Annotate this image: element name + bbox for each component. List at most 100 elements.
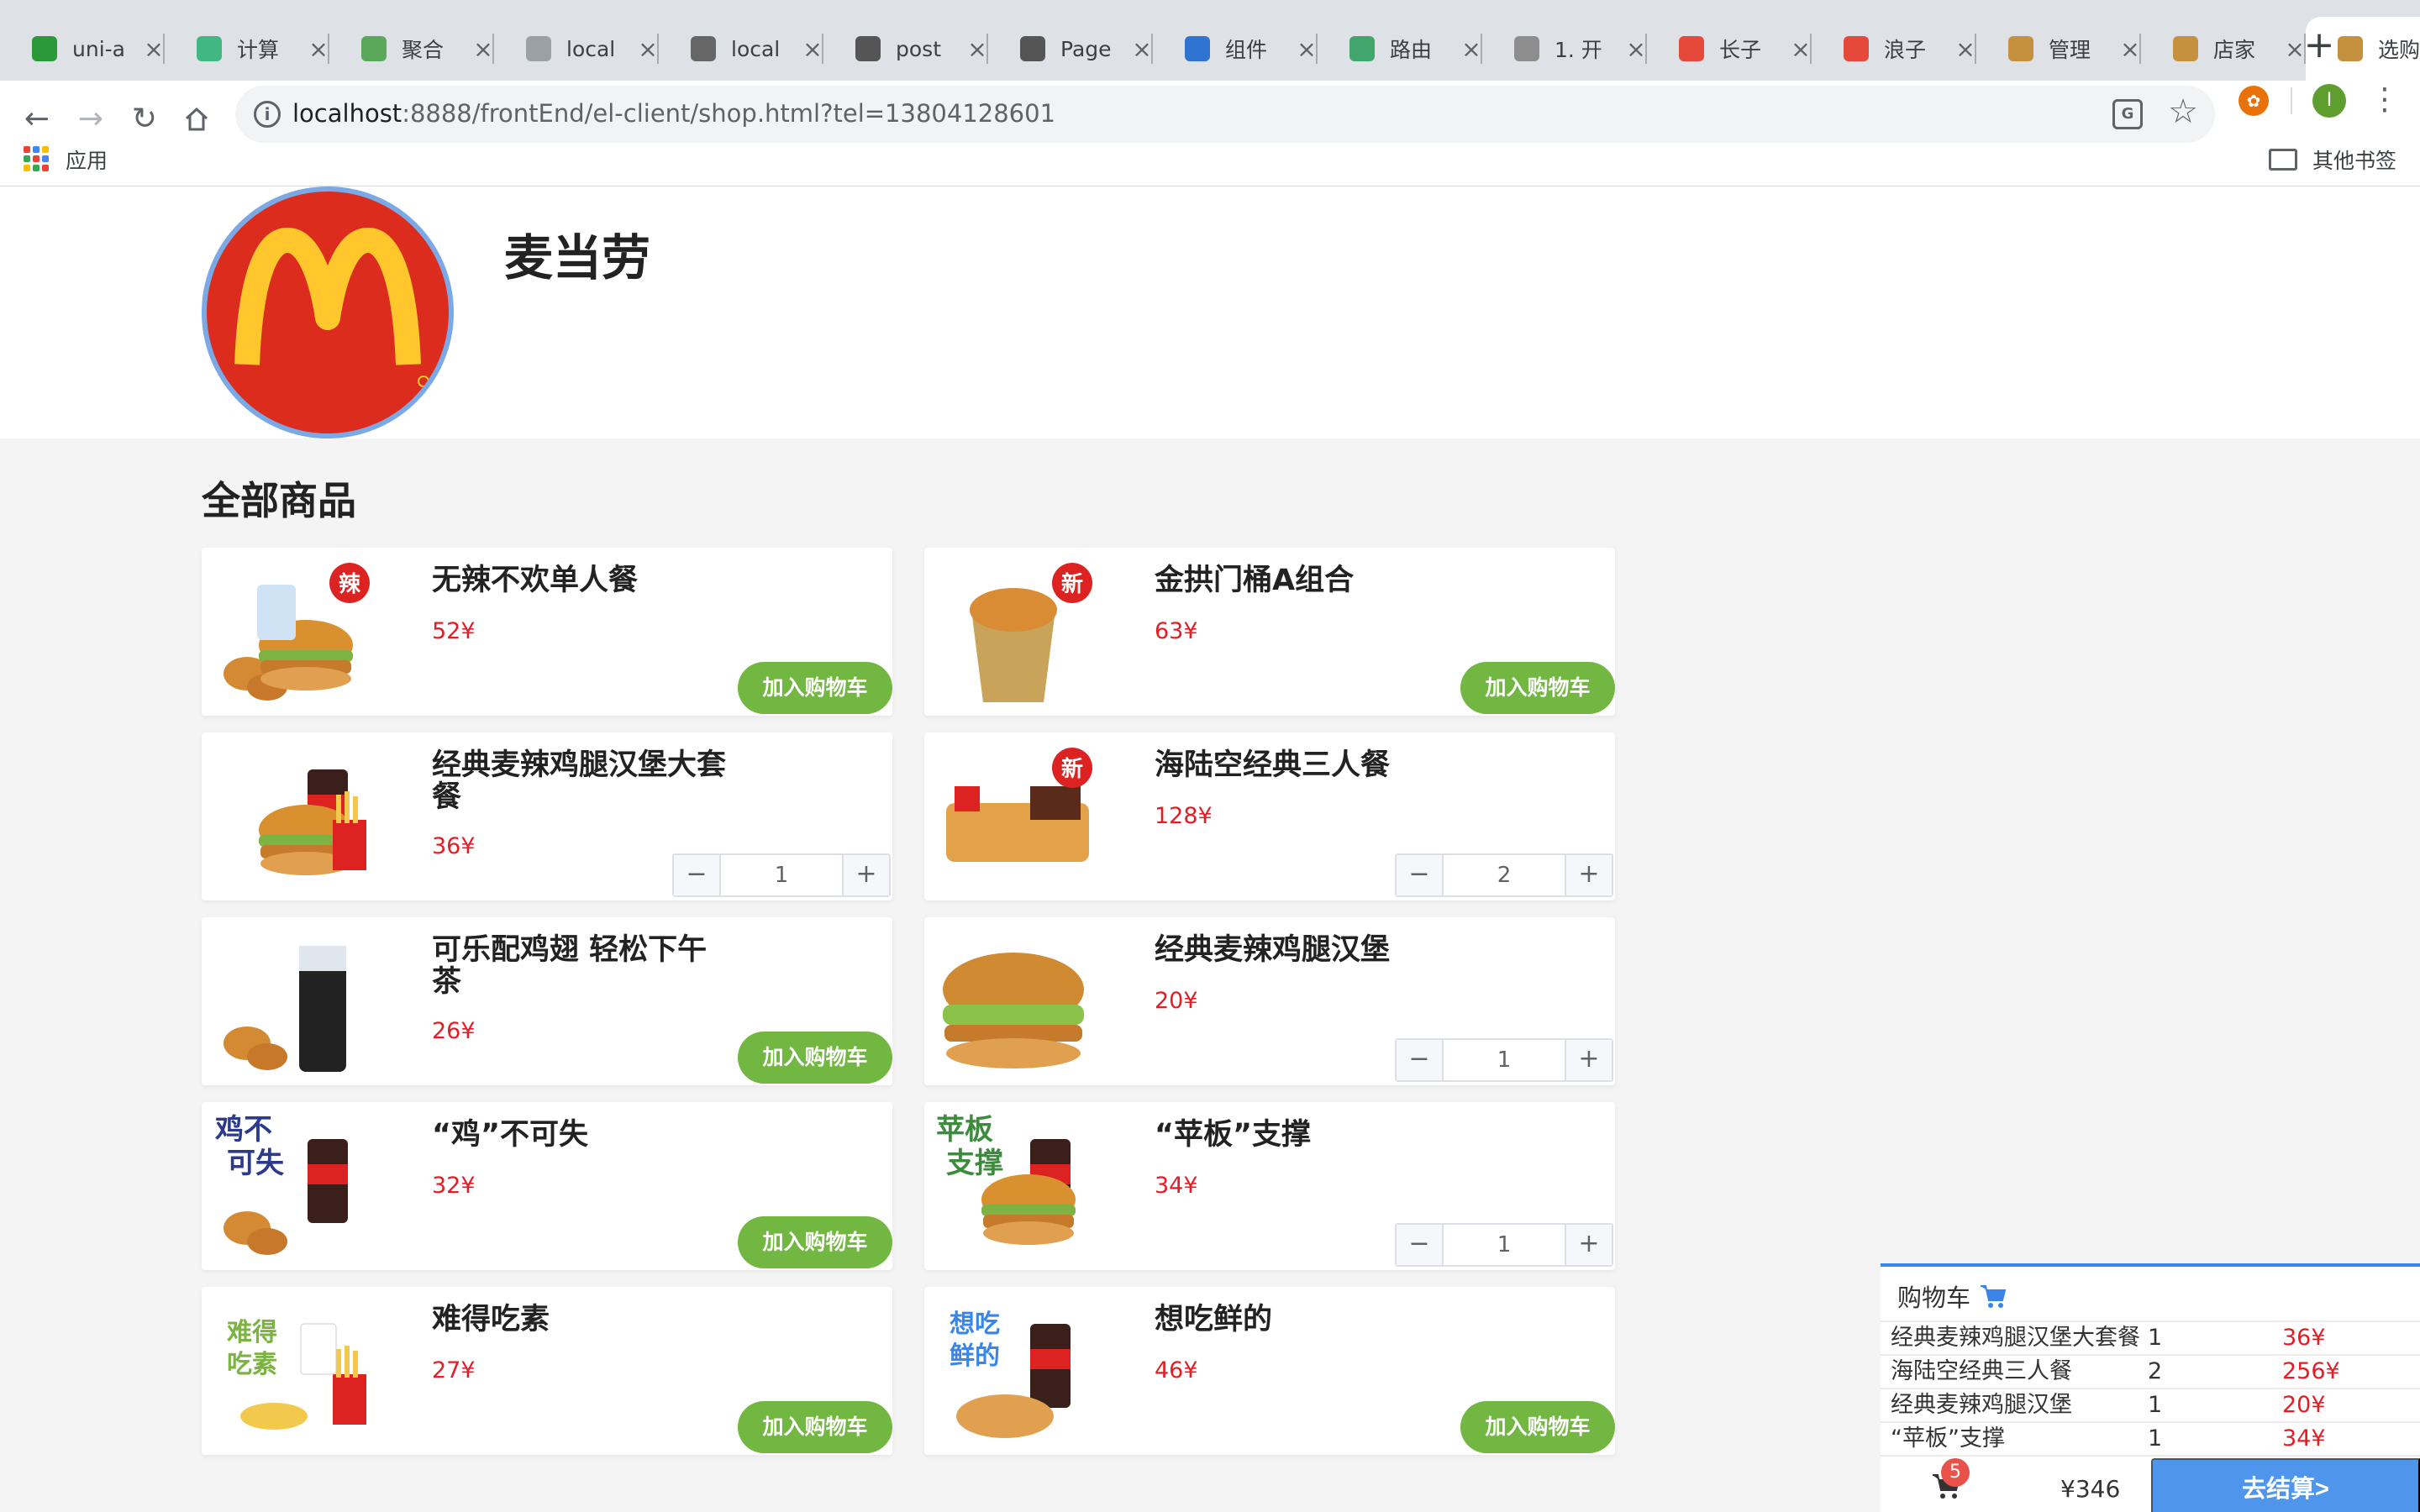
add-to-cart-button[interactable]: 加入购物车 <box>738 1401 892 1453</box>
product-image: 辣 <box>207 551 375 712</box>
bookmarks-bar: 应用 其他书签 <box>0 138 2420 185</box>
svg-text:吃素: 吃素 <box>227 1350 277 1379</box>
browser-tab[interactable]: 浪子 × <box>1812 17 1976 81</box>
add-to-cart-button[interactable]: 加入购物车 <box>738 1216 892 1268</box>
url-text[interactable]: localhost:8888/frontEnd/el-client/shop.h… <box>292 99 1055 128</box>
tab-title: 计算 <box>237 38 280 62</box>
browser-tab[interactable]: 计算 × <box>165 17 329 81</box>
decrease-button[interactable]: − <box>674 855 721 895</box>
browser-tab[interactable]: post × <box>823 17 988 81</box>
quantity-stepper[interactable]: −1 + <box>1395 1038 1613 1082</box>
quantity-stepper[interactable]: −1 + <box>1395 1223 1613 1267</box>
increase-button[interactable]: + <box>1565 855 1612 895</box>
cart-row: 海陆空经典三人餐 2 256¥ <box>1881 1354 2420 1388</box>
product-image: 难得 吃素 <box>207 1290 375 1452</box>
increase-button[interactable]: + <box>842 855 889 895</box>
decrease-button[interactable]: − <box>1397 1225 1444 1265</box>
svg-text:想吃: 想吃 <box>950 1310 1000 1339</box>
folder-icon <box>2269 149 2297 171</box>
tab-title: 浪子 <box>1884 38 1927 62</box>
back-arrow-icon[interactable]: ← <box>17 99 57 139</box>
product-name: 可乐配鸡翅 轻松下午茶 <box>432 933 708 999</box>
browser-tab[interactable]: 店家 × <box>2141 17 2306 81</box>
svg-text:支撑: 支撑 <box>946 1147 1003 1180</box>
product-price: 26¥ <box>432 1018 476 1044</box>
product-name: “鸡”不可失 <box>432 1118 589 1152</box>
menu-dots-icon[interactable]: ⋮ <box>2370 82 2400 117</box>
browser-tab[interactable]: 长子 × <box>1647 17 1812 81</box>
add-to-cart-button[interactable]: 加入购物车 <box>738 1032 892 1084</box>
cart-item-price: 34¥ <box>2282 1425 2326 1452</box>
tab-title: 长子 <box>1719 38 1762 62</box>
translate-icon[interactable]: G <box>2112 99 2143 129</box>
product-name: 难得吃素 <box>432 1303 550 1336</box>
site-info-icon[interactable]: i <box>254 101 281 128</box>
wordpress-icon <box>1020 36 1045 61</box>
product-price: 27¥ <box>432 1357 476 1383</box>
decrease-button[interactable]: − <box>1397 1040 1444 1080</box>
browser-tab[interactable]: local × <box>659 17 823 81</box>
increase-button[interactable]: + <box>1565 1040 1612 1080</box>
uniapp-icon <box>32 36 57 61</box>
browser-tab[interactable]: 1. 开 × <box>1482 17 1647 81</box>
cart-item-name: “苹板”支撑 <box>1891 1425 2005 1452</box>
browser-tab[interactable]: local × <box>494 17 659 81</box>
product-name: 想吃鲜的 <box>1155 1303 1273 1336</box>
decrease-button[interactable]: − <box>1397 855 1444 895</box>
github-icon <box>691 36 716 61</box>
tab-title: 路由 <box>1390 38 1433 62</box>
cart-item-name: 经典麦辣鸡腿汉堡大套餐 <box>1891 1325 2140 1351</box>
product-price: 36¥ <box>432 833 476 859</box>
new-tab-button[interactable]: + <box>2294 20 2344 71</box>
browser-tab[interactable]: 组件 × <box>1153 17 1318 81</box>
video-icon <box>1679 36 1704 61</box>
other-bookmarks-label: 其他书签 <box>2312 149 2397 173</box>
apps-grid-icon[interactable] <box>24 146 49 171</box>
apps-bookmark[interactable]: 应用 <box>66 144 108 175</box>
tab-title: 管理 <box>2049 38 2091 62</box>
browser-tab[interactable]: 聚合 × <box>329 17 494 81</box>
add-to-cart-button[interactable]: 加入购物车 <box>1460 662 1615 714</box>
other-bookmarks[interactable]: 其他书签 <box>2269 144 2396 175</box>
add-to-cart-button[interactable]: 加入购物车 <box>1460 1401 1615 1453</box>
product-image: 想吃 鲜的 <box>929 1290 1097 1452</box>
add-to-cart-button[interactable]: 加入购物车 <box>738 662 892 714</box>
bookmark-star-icon[interactable]: ☆ <box>2168 92 2198 131</box>
checkout-button[interactable]: 去结算> <box>2151 1458 2420 1512</box>
profile-avatar[interactable]: I <box>2312 84 2346 118</box>
product-price: 20¥ <box>1155 988 1198 1014</box>
reload-icon[interactable]: ↻ <box>124 99 165 139</box>
product-card: 辣 无辣不欢单人餐 52¥ 加入购物车 <box>202 548 892 716</box>
tab-title: 店家 <box>2213 38 2256 62</box>
extension-icon[interactable]: ✿ <box>2238 86 2269 116</box>
increase-button[interactable]: + <box>1565 1225 1612 1265</box>
product-price: 46¥ <box>1155 1357 1198 1383</box>
quantity-value[interactable]: 1 <box>1444 1040 1565 1080</box>
browser-tab[interactable]: Page × <box>988 17 1153 81</box>
home-icon[interactable] <box>176 99 217 139</box>
page-icon <box>526 36 551 61</box>
product-name: 金拱门桶A组合 <box>1155 564 1355 597</box>
quantity-value[interactable]: 2 <box>1444 855 1565 895</box>
url-host: localhost <box>292 99 402 128</box>
product-card: 想吃 鲜的 想吃鲜的 46¥ 加入购物车 <box>924 1287 1615 1455</box>
vue-icon <box>197 36 222 61</box>
product-image: 苹板 支撑 <box>929 1105 1097 1267</box>
quantity-stepper[interactable]: −1 + <box>672 853 891 897</box>
browser-tab[interactable]: 管理 × <box>1976 17 2141 81</box>
cart-item-qty: 2 <box>2148 1358 2163 1384</box>
address-bar[interactable]: i localhost:8888/frontEnd/el-client/shop… <box>235 86 2215 143</box>
svg-text:新: 新 <box>1061 756 1083 782</box>
cart-icon <box>1981 1285 2007 1308</box>
cart-list: 经典麦辣鸡腿汉堡大套餐 1 36¥ 海陆空经典三人餐 2 256¥ 经典麦辣鸡腿汉堡 1 20¥… <box>1881 1320 2420 1455</box>
browser-tab[interactable]: uni-a × <box>0 17 165 81</box>
cart-item-qty: 1 <box>2148 1425 2163 1452</box>
cart-item-name: 海陆空经典三人餐 <box>1891 1358 2072 1384</box>
cart-item-qty: 1 <box>2148 1325 2163 1351</box>
browser-tab[interactable]: 路由 × <box>1318 17 1482 81</box>
forward-arrow-icon[interactable]: → <box>71 99 111 139</box>
cart-row: “苹板”支撑 1 34¥ <box>1881 1421 2420 1455</box>
quantity-value[interactable]: 1 <box>1444 1225 1565 1265</box>
quantity-value[interactable]: 1 <box>721 855 842 895</box>
quantity-stepper[interactable]: −2 + <box>1395 853 1613 897</box>
